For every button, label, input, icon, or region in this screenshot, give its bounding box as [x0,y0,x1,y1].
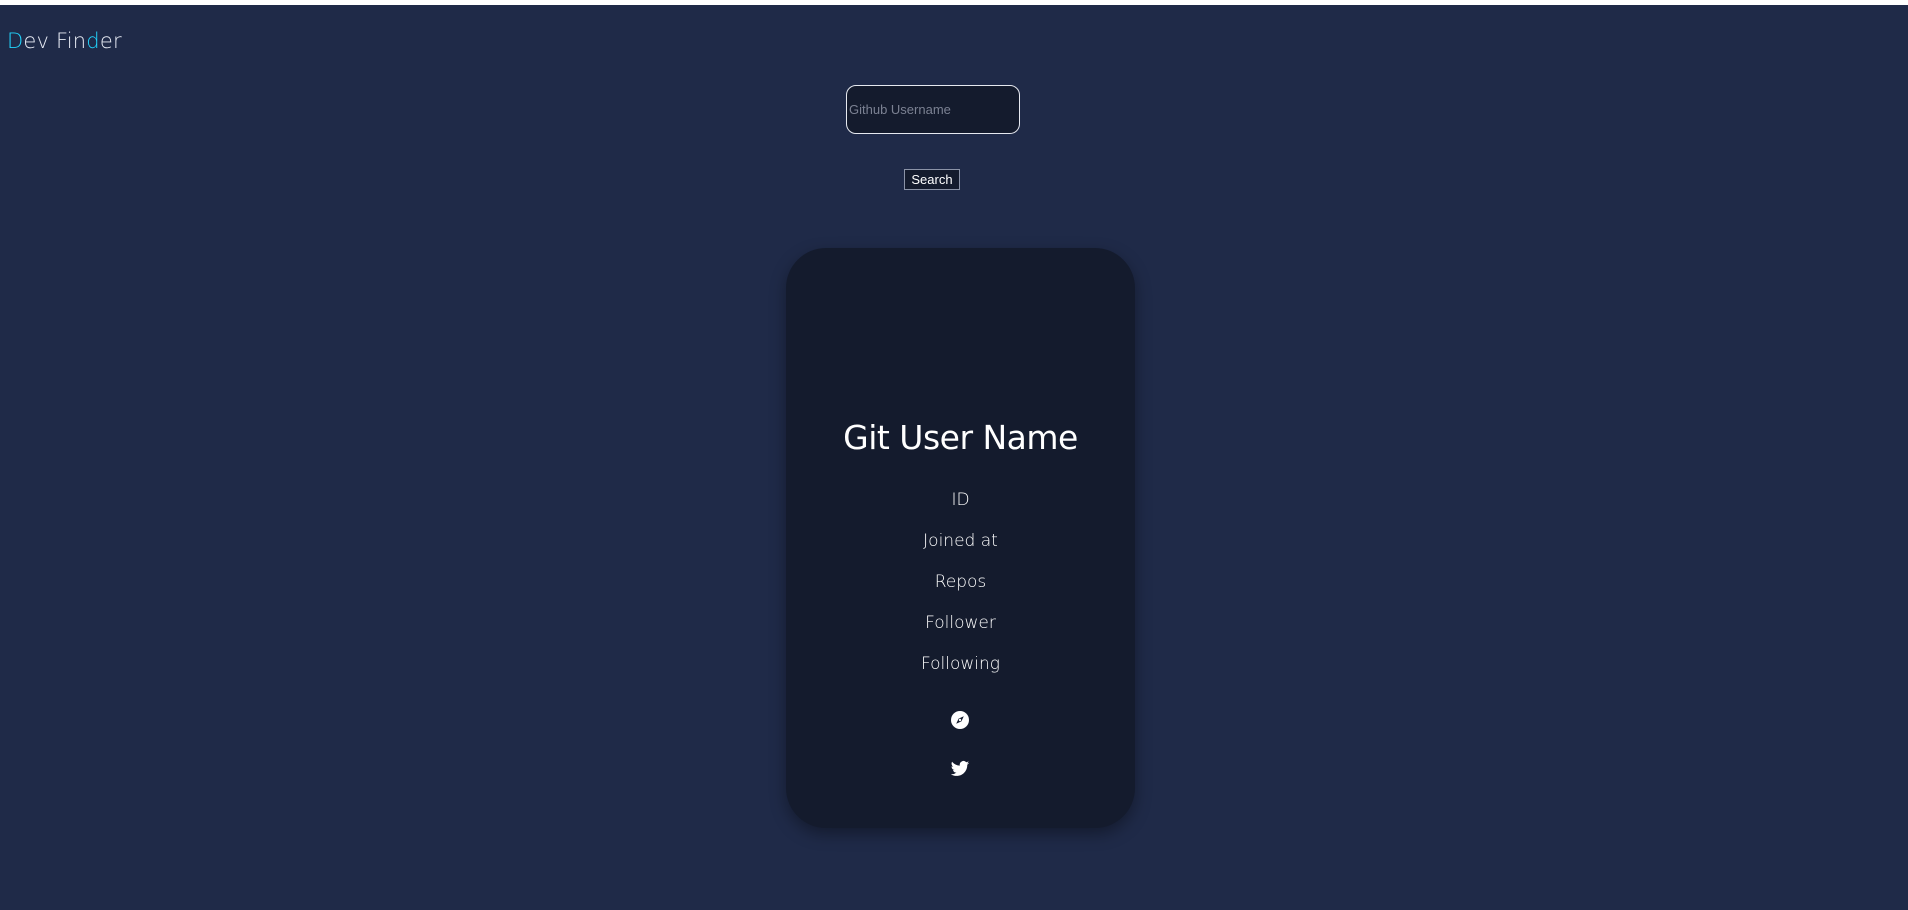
repos-count: Repos [934,572,987,592]
page-background: Dev Finder Search Git User Name ID Joine… [0,5,1908,910]
following-count: Following [920,654,1001,674]
search-button[interactable]: Search [904,169,960,190]
user-name: Git User Name [843,418,1078,457]
joined-at: Joined at [923,531,998,551]
logo-middle-text: ev Fin [23,29,87,53]
logo-first-letter: D [7,29,24,53]
logo-end-text: er [99,29,122,53]
twitter-icon[interactable] [950,759,970,779]
app-logo: Dev Finder [7,29,122,53]
profile-card: Git User Name ID Joined at Repos Followe… [786,248,1135,828]
follower-count: Follower [925,613,996,633]
github-username-input[interactable] [846,85,1020,134]
compass-icon[interactable] [950,710,970,730]
logo-accent-letter: d [86,29,100,53]
user-id: ID [951,490,970,510]
